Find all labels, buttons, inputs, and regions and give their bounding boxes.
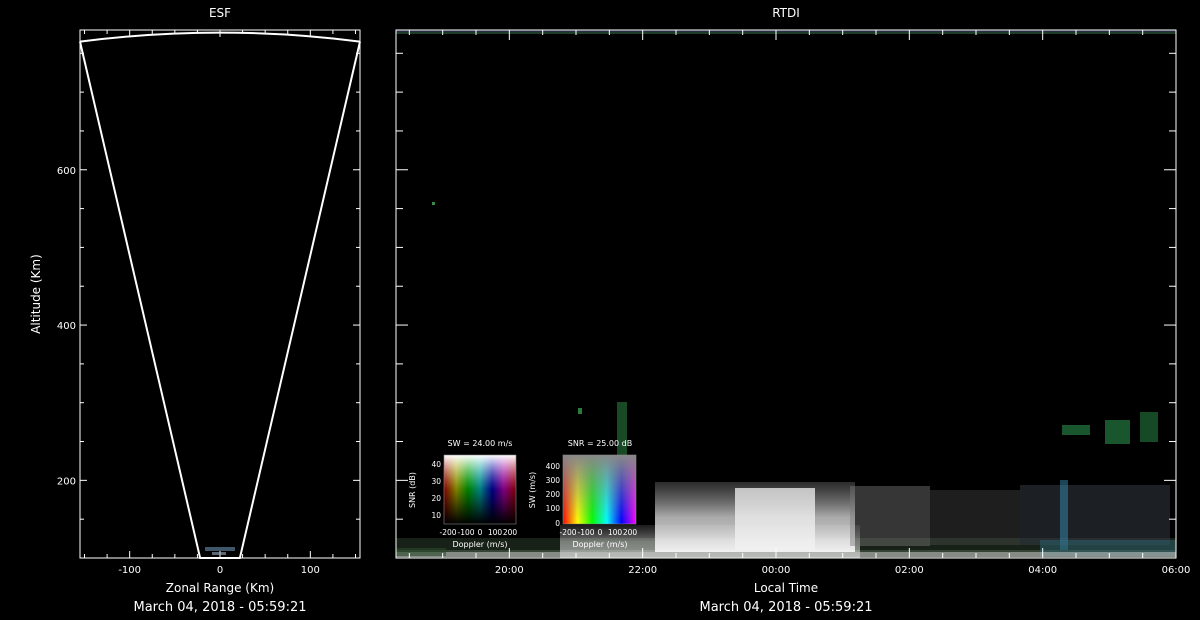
- rtdi-xtick-label: 04:00: [1028, 565, 1057, 576]
- esf-ytick-label: 200: [57, 476, 76, 487]
- esf-beam-edges: [79, 41, 361, 559]
- legend-snr-xlabel: Doppler (m/s): [572, 540, 627, 549]
- legend-sw-xtick: 0: [478, 528, 483, 537]
- esf-footer: March 04, 2018 - 05:59:21: [134, 600, 307, 615]
- legend-snr-xtick: -100: [577, 528, 594, 537]
- legend-sw-xtick: -200: [439, 528, 456, 537]
- legend-snr-ytick: 100: [546, 504, 561, 513]
- esf-ylabel: Altitude (Km): [29, 254, 43, 334]
- legend-snr-colormap: SNR = 25.00 dB SW (m/s) 400 300 200 100 …: [528, 439, 637, 549]
- esf-ticks: 200 400 600 -100 0 100: [57, 30, 360, 576]
- esf-echo-specks: [205, 547, 235, 555]
- legend-sw-ytick: 40: [431, 460, 441, 469]
- legend-snr-ytick: 300: [546, 476, 561, 485]
- legend-sw-colormap: SW = 24.00 m/s SNR (dB) 40 30 20 10 -200…: [408, 439, 517, 549]
- legend-sw-ylabel: SNR (dB): [408, 472, 417, 508]
- esf-panel: ESF 200 400 600 -100 0 100 Zonal Range (Km) A…: [29, 6, 361, 615]
- esf-xlabel: Zonal Range (Km): [166, 581, 274, 595]
- rtdi-footer: March 04, 2018 - 05:59:21: [700, 600, 873, 615]
- rtdi-xtick-label: 20:00: [495, 565, 524, 576]
- legend-sw-ytick: 10: [431, 511, 441, 520]
- esf-xtick-label: 0: [217, 565, 223, 576]
- legend-snr-ytick: 200: [546, 490, 561, 499]
- legend-sw-ytick: 20: [431, 494, 441, 503]
- rtdi-xtick-label: 22:00: [628, 565, 657, 576]
- legend-sw-xtick: 100: [488, 528, 503, 537]
- esf-title: ESF: [209, 6, 231, 20]
- legend-snr-xtick: 200: [623, 528, 638, 537]
- legend-snr-title: SNR = 25.00 dB: [568, 439, 632, 448]
- legend-snr-xtick: 0: [598, 528, 603, 537]
- legend-sw-xlabel: Doppler (m/s): [452, 540, 507, 549]
- rtdi-xtick-label: 06:00: [1162, 565, 1191, 576]
- legend-snr-ylabel: SW (m/s): [528, 472, 537, 508]
- legend-sw-title: SW = 24.00 m/s: [448, 439, 513, 448]
- legend-sw-xtick: -100: [457, 528, 474, 537]
- legend-snr-xtick: -200: [559, 528, 576, 537]
- rtdi-xlabel: Local Time: [754, 581, 818, 595]
- legend-sw-xtick: 200: [503, 528, 518, 537]
- esf-beam-outline: [79, 31, 361, 559]
- rtdi-title: RTDI: [772, 6, 800, 20]
- esf-plot-frame: [79, 29, 361, 559]
- esf-ytick-label: 600: [57, 166, 76, 177]
- legend-snr-ytick: 400: [546, 462, 561, 471]
- figure-canvas: ESF 200400600-100 0 100 Zonal Range (Km) A…: [29, 6, 1191, 615]
- esf-xtick-label: -100: [118, 565, 141, 576]
- rtdi-xtick-label: 00:00: [762, 565, 791, 576]
- legend-snr-xtick: 100: [608, 528, 623, 537]
- legend-snr-ytick: 0: [555, 519, 560, 528]
- legend-sw-ytick: 30: [431, 477, 441, 486]
- esf-xtick-label: 100: [301, 565, 320, 576]
- rtdi-xtick-label: 02:00: [895, 565, 924, 576]
- esf-ytick-label: 400: [57, 321, 76, 332]
